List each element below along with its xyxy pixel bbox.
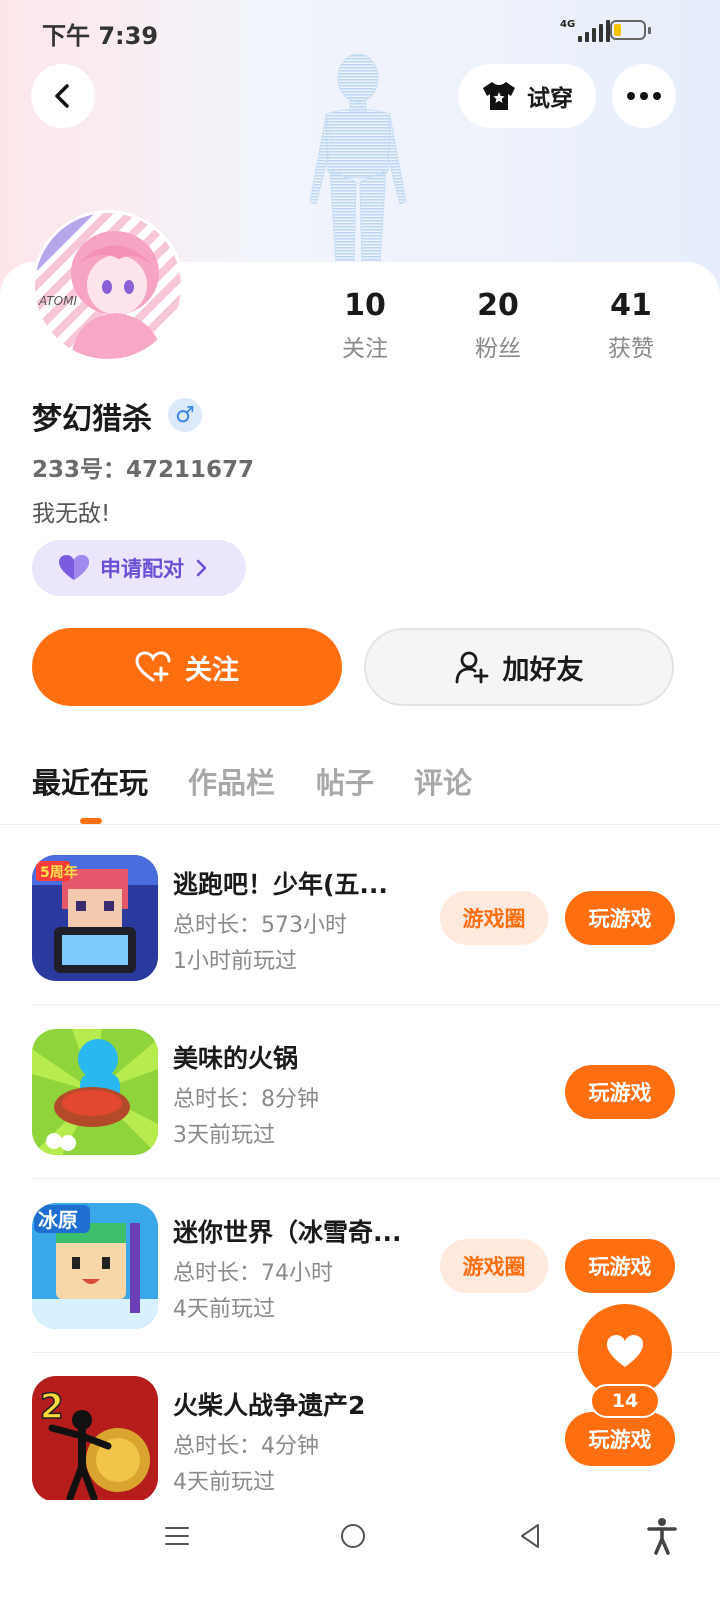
stat-followers-value: 20: [477, 288, 519, 323]
play-game-button[interactable]: 玩游戏: [565, 1239, 675, 1293]
back-nav-button[interactable]: [505, 1516, 555, 1556]
user-id: 233号：47211677: [32, 457, 255, 483]
tab-works[interactable]: 作品栏: [188, 760, 275, 802]
game-last-played: 3天前玩过: [173, 1123, 275, 1148]
home-nav-button[interactable]: [328, 1516, 378, 1556]
avatar-3d-figure: [309, 53, 407, 265]
more-horizontal-icon: [627, 92, 661, 100]
game-row-escape[interactable]: 5周年 逃跑吧！少年(五... 总时长：573小时 1小时前玩过 游戏圈 玩游戏: [0, 855, 720, 1029]
game-name: 迷你世界（冰雪奇...: [173, 1218, 402, 1247]
chevron-left-icon: [55, 84, 69, 108]
game-row-hotpot[interactable]: 美味的火锅 总时长：8分钟 3天前玩过 玩游戏: [0, 1029, 720, 1203]
try-on-label: 试穿: [527, 86, 573, 112]
status-time: 下午 7:39: [42, 22, 159, 50]
more-button[interactable]: [612, 64, 676, 128]
tab-posts[interactable]: 帖子: [316, 760, 374, 802]
username: 梦幻猎杀: [32, 402, 152, 437]
game-icon-hotpot[interactable]: [32, 1029, 158, 1155]
add-user-icon: [455, 651, 488, 684]
chevron-right-icon: [196, 559, 207, 577]
tab-recently-played[interactable]: 最近在玩: [32, 760, 148, 802]
tshirt-icon: [483, 82, 515, 110]
request-pairing-button[interactable]: 申请配对: [32, 540, 246, 596]
game-circle-button[interactable]: 游戏圈: [440, 891, 548, 945]
row-divider: [32, 1178, 720, 1179]
signal-icon: [578, 20, 610, 42]
add-friend-label: 加好友: [502, 654, 584, 686]
game-duration: 总时长：4分钟: [173, 1434, 319, 1459]
menu-icon: [165, 1527, 189, 1545]
male-icon: ♂: [168, 398, 202, 432]
game-name: 美味的火锅: [173, 1044, 299, 1073]
network-type: 4G: [560, 19, 576, 30]
avatar[interactable]: ATOMI: [32, 210, 184, 362]
game-icon-escape-badge: 5周年: [40, 864, 78, 881]
triangle-back-icon: [521, 1524, 539, 1548]
battery-level: [614, 24, 621, 36]
game-icon-stick-war[interactable]: 2: [32, 1376, 158, 1502]
game-icon-mini-world[interactable]: 冰原: [32, 1203, 158, 1329]
game-name: 火柴人战争遗产2: [173, 1391, 366, 1420]
stat-likes[interactable]: 41 获赞: [581, 288, 681, 363]
heart-plus-icon: [135, 651, 171, 682]
stat-following-label: 关注: [342, 336, 388, 362]
try-on-button[interactable]: 试穿: [458, 64, 596, 128]
accessibility-button[interactable]: [637, 1516, 687, 1556]
game-duration: 总时长：573小时: [173, 913, 347, 938]
game-last-played: 4天前玩过: [173, 1470, 275, 1495]
play-game-button[interactable]: 玩游戏: [565, 1412, 675, 1466]
row-divider: [32, 1004, 720, 1005]
heart-icon: [59, 555, 89, 580]
game-icon-mini-world-badge: 冰原: [38, 1208, 78, 1232]
game-duration: 总时长：8分钟: [173, 1087, 319, 1112]
menu-nav-button[interactable]: [152, 1516, 202, 1556]
game-name: 逃跑吧！少年(五...: [173, 870, 388, 899]
home-circle-icon: [341, 1524, 365, 1548]
stat-following[interactable]: 10 关注: [315, 288, 415, 363]
add-friend-button[interactable]: 加好友: [364, 628, 674, 706]
game-icon-stick-war-badge: 2: [40, 1387, 64, 1427]
stat-followers-label: 粉丝: [475, 336, 521, 362]
game-icon-escape[interactable]: 5周年: [32, 855, 158, 981]
avatar-signature: ATOMI: [38, 294, 77, 308]
status-bar: 下午 7:39 4G: [0, 0, 720, 64]
battery-icon: [610, 20, 651, 40]
system-nav-bar: [0, 1500, 720, 1600]
avatar-image: ATOMI: [35, 213, 181, 359]
game-last-played: 4天前玩过: [173, 1297, 275, 1322]
play-game-button[interactable]: 玩游戏: [565, 1065, 675, 1119]
heart-icon: [607, 1335, 643, 1367]
game-last-played: 1小时前玩过: [173, 949, 297, 974]
request-pairing-label: 申请配对: [100, 557, 184, 581]
stat-likes-label: 获赞: [608, 336, 654, 362]
game-duration: 总时长：74小时: [173, 1261, 333, 1286]
game-circle-button[interactable]: 游戏圈: [440, 1239, 548, 1293]
follow-label: 关注: [185, 654, 239, 686]
stat-likes-value: 41: [610, 288, 652, 323]
tab-comments[interactable]: 评论: [414, 760, 472, 802]
accessibility-icon: [647, 1518, 677, 1555]
user-bio: 我无敌!: [32, 501, 111, 527]
stat-followers[interactable]: 20 粉丝: [448, 288, 548, 363]
stat-following-value: 10: [344, 288, 386, 323]
back-button[interactable]: [31, 64, 95, 128]
like-count-badge: 14: [590, 1384, 660, 1418]
tabs-divider: [0, 824, 720, 825]
follow-button[interactable]: 关注: [32, 628, 342, 706]
play-game-button[interactable]: 玩游戏: [565, 891, 675, 945]
